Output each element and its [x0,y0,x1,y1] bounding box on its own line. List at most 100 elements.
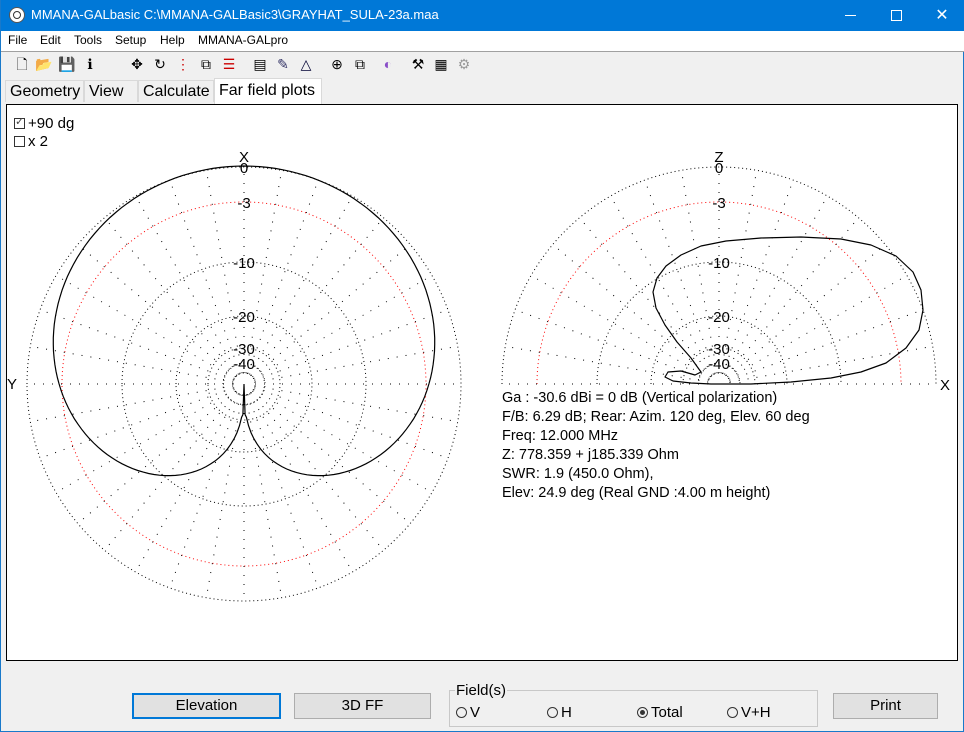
document-icon[interactable]: ▤ [251,55,269,73]
tools-icon[interactable]: ⚒ [409,55,427,73]
radio-v-label: V [470,704,481,721]
segments-icon[interactable]: ☰ [220,55,238,73]
radio-v-plus-h-label: V+H [741,704,771,721]
far-field-plot-panel: 0-3-10-20-30-40XY 0-3-10-20-30-40ZX +90 … [6,104,958,661]
radio-unselected-icon [456,707,467,718]
pattern-info: Ga : -30.6 dBi = 0 dB (Vertical polariza… [502,389,810,503]
app-window: MMANA-GALbasic C:\MMANA-GALBasic3\GRAYHA… [0,0,964,732]
grid-spoke [77,390,236,524]
radio-v-plus-h[interactable]: V+H [727,704,771,721]
grid-spoke [253,389,433,493]
minimize-button[interactable] [827,0,873,31]
grid-spoke [205,394,243,598]
menu-file[interactable]: File [8,33,27,47]
toolbar: 🗋 📂 💾 ℹ ✥ ↻ ⋮ ⧉ ☰ ▤ ✎ △ ⊕ ⧉ ◐ ⚒ ▦ ⚙ [1,52,964,76]
grid-spoke [249,393,353,573]
print-button[interactable]: Print [833,693,938,719]
tab-view[interactable]: View [84,80,138,102]
ring-label: -20 [708,309,730,326]
elevation-plot: 0-3-10-20-30-40ZX [501,149,950,394]
close-button[interactable]: ✕ [919,0,964,31]
grid-spoke [722,179,794,374]
frequency-text: Freq: 12.000 MHz [502,428,619,444]
radio-h-label: H [561,704,572,721]
radio-v[interactable]: V [456,704,480,721]
crosshair-icon[interactable]: ⊕ [328,55,346,73]
mirror-icon[interactable]: ⋮ [174,55,192,73]
grid-spoke [579,217,713,376]
grid-spoke [247,394,319,589]
ring-label: -3 [237,195,250,212]
ring-label: -40 [708,356,730,373]
ring-label: -10 [708,255,730,272]
settings-gear-icon[interactable]: ⚙ [455,55,473,73]
menu-mmana-galpro[interactable]: MMANA-GALpro [198,33,288,47]
open-folder-icon[interactable]: 📂 [35,55,53,73]
grid-ring [707,372,731,385]
plots-canvas: 0-3-10-20-30-40XY 0-3-10-20-30-40ZX [7,149,950,602]
radio-h[interactable]: H [547,704,572,721]
grid-spoke [30,385,234,423]
grid-spoke [725,217,859,376]
checkbox-unchecked-icon [14,136,25,147]
checkbox-checked-icon [14,115,25,129]
x2-checkbox[interactable]: x 2 [14,133,48,150]
axis-label-z: Z [714,149,723,166]
maximize-button[interactable] [873,0,919,31]
plus90-checkbox[interactable]: +90 dg [14,115,74,132]
calculator-icon[interactable]: ▦ [432,55,450,73]
info-icon[interactable]: ℹ [81,55,99,73]
save-icon[interactable]: 💾 [58,55,76,73]
grid-spoke [249,195,353,375]
close-icon: ✕ [935,7,949,24]
title-bar: MMANA-GALbasic C:\MMANA-GALBasic3\GRAYHA… [1,0,964,31]
front-back-text: F/B: 6.29 dB; Rear: Azim. 120 deg, Elev.… [502,409,810,425]
pattern-icon[interactable]: ◐ [379,55,397,73]
menu-help[interactable]: Help [160,33,185,47]
tab-geometry[interactable]: Geometry [5,80,84,102]
grid-spoke [252,244,411,378]
grid-spoke [169,179,241,374]
ring-label: -40 [233,356,255,373]
azimuth-plot: 0-3-10-20-30-40XY [7,149,462,602]
rotate-icon[interactable]: ↻ [151,55,169,73]
menu-tools[interactable]: Tools [74,33,102,47]
tab-far-field-plots[interactable]: Far field plots [214,78,322,104]
axis-label-y: Y [7,376,17,393]
elevation-text: Elev: 24.9 deg (Real GND :4.00 m height) [502,485,771,501]
grid-spoke [253,275,433,379]
tab-calculate[interactable]: Calculate [138,80,214,102]
grid-spoke [55,389,235,493]
radio-total[interactable]: Total [637,704,683,721]
grid-spoke [729,345,933,383]
gain-text: Ga : -30.6 dBi = 0 dB (Vertical polariza… [502,390,778,406]
3d-ff-button[interactable]: 3D FF [294,693,431,719]
minimize-icon [844,15,856,17]
elevation-button[interactable]: Elevation [132,693,281,719]
menu-edit[interactable]: Edit [40,33,61,47]
elevation-pattern-curve [652,236,924,385]
grid-spoke [104,217,238,376]
grid-spoke [250,217,384,376]
grid-spoke [247,179,319,374]
impedance-text: Z: 778.359 + j185.339 Ohm [502,447,679,463]
menu-setup[interactable]: Setup [115,33,146,47]
grid-spoke [505,345,709,383]
fields-legend: Field(s) [455,682,508,699]
radio-unselected-icon [727,707,738,718]
scale-icon[interactable]: ⧉ [197,55,215,73]
maximize-icon [890,10,902,22]
grid-spoke [724,195,828,375]
new-file-icon[interactable]: 🗋 [13,55,31,73]
copy-icon[interactable]: ⧉ [351,55,369,73]
swr-text: SWR: 1.9 (450.0 Ohm), [502,466,654,482]
eraser-icon[interactable]: ✎ [274,55,292,73]
axis-label-x: X [239,149,249,166]
radio-unselected-icon [547,707,558,718]
triangle-icon[interactable]: △ [297,55,315,73]
grid-spoke [729,309,924,381]
grid-spoke [39,309,234,381]
grid-spoke [252,390,411,524]
move-icon[interactable]: ✥ [128,55,146,73]
grid-spoke [610,195,714,375]
